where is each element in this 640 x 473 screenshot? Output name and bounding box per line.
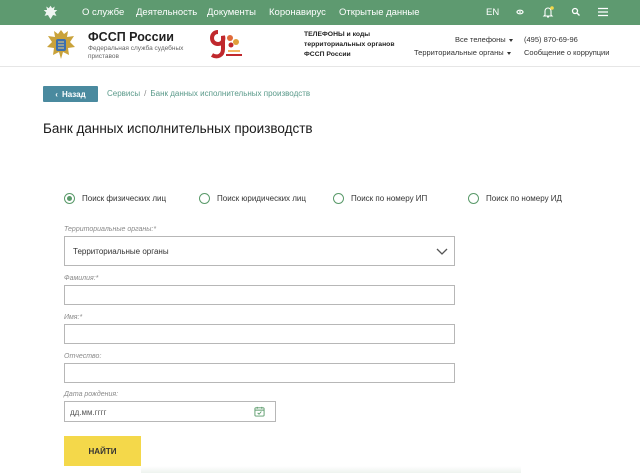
- phones-title[interactable]: ТЕЛЕФОНЫ и коды территориальных органов …: [304, 30, 404, 60]
- birthdate-placeholder: дд.мм.гггг: [70, 408, 107, 417]
- breadcrumb-item-services[interactable]: Сервисы: [107, 89, 140, 98]
- chevron-down-icon: [436, 248, 448, 255]
- breadcrumb-separator: /: [144, 89, 147, 98]
- firstname-input[interactable]: [64, 324, 455, 344]
- territorial-select[interactable]: Территориальные органы: [64, 236, 455, 266]
- caret-down-icon: [506, 51, 511, 55]
- language-switch[interactable]: EN: [486, 7, 499, 18]
- brand-name[interactable]: ФССП России: [88, 30, 174, 44]
- birthdate-input[interactable]: дд.мм.гггг: [64, 401, 276, 422]
- radio-individuals[interactable]: Поиск физических лиц: [64, 193, 166, 204]
- nav-item-coronavirus[interactable]: Коронавирус: [269, 7, 326, 18]
- emblem-icon[interactable]: [42, 4, 59, 21]
- search-icon[interactable]: [569, 5, 583, 19]
- victory-day-logo-icon[interactable]: [206, 29, 246, 61]
- territorial-select-value: Территориальные органы: [73, 247, 169, 256]
- site-header: ФССП России Федеральная служба судебных …: [0, 25, 640, 67]
- caret-down-icon: [508, 38, 513, 42]
- all-phones-dropdown[interactable]: Все телефоны: [455, 35, 513, 44]
- patronymic-label: Отчество:: [64, 353, 102, 360]
- top-navigation: О службе Деятельность Документы Коронави…: [0, 0, 640, 25]
- bell-icon[interactable]: [541, 5, 555, 19]
- breadcrumb: Сервисы / Банк данных исполнительных произ…: [107, 89, 310, 98]
- brand-subtitle: Федеральная служба судебных приставов: [88, 45, 184, 60]
- accessibility-icon[interactable]: [513, 5, 527, 19]
- calendar-icon[interactable]: [254, 406, 265, 417]
- chevron-left-icon: ‹: [55, 89, 58, 99]
- back-button[interactable]: ‹ Назад: [43, 86, 98, 102]
- hotline-phone[interactable]: (495) 870-69-96: [524, 35, 578, 44]
- radio-button[interactable]: [199, 193, 210, 204]
- nav-item-open-data[interactable]: Открытые данные: [339, 7, 420, 18]
- radio-button[interactable]: [64, 193, 75, 204]
- page-title: Банк данных исполнительных производств: [43, 121, 313, 136]
- radio-ip-number[interactable]: Поиск по номеру ИП: [333, 193, 427, 204]
- nav-item-about[interactable]: О службе: [82, 7, 124, 18]
- lastname-label: Фамилия:*: [64, 275, 99, 282]
- radio-legal-entities[interactable]: Поиск юридических лиц: [199, 193, 306, 204]
- radio-id-number[interactable]: Поиск по номеру ИД: [468, 193, 562, 204]
- find-button[interactable]: НАЙТИ: [64, 436, 141, 466]
- patronymic-input[interactable]: [64, 363, 455, 383]
- corruption-report-link[interactable]: Сообщение о коррупции: [524, 48, 609, 57]
- radio-button[interactable]: [468, 193, 479, 204]
- territorial-dropdown[interactable]: Территориальные органы: [414, 48, 511, 57]
- nav-item-activity[interactable]: Деятельность: [136, 7, 197, 18]
- firstname-label: Имя:*: [64, 314, 83, 321]
- footer-edge: [141, 466, 521, 473]
- nav-item-documents[interactable]: Документы: [207, 7, 256, 18]
- lastname-input[interactable]: [64, 285, 455, 305]
- breadcrumb-item-current[interactable]: Банк данных исполнительных производств: [150, 89, 310, 98]
- radio-button[interactable]: [333, 193, 344, 204]
- territorial-label: Территориальные органы:*: [64, 226, 157, 233]
- fssp-emblem-icon[interactable]: [44, 28, 78, 62]
- birthdate-label: Дата рождения:: [64, 391, 119, 398]
- menu-icon[interactable]: [596, 5, 610, 19]
